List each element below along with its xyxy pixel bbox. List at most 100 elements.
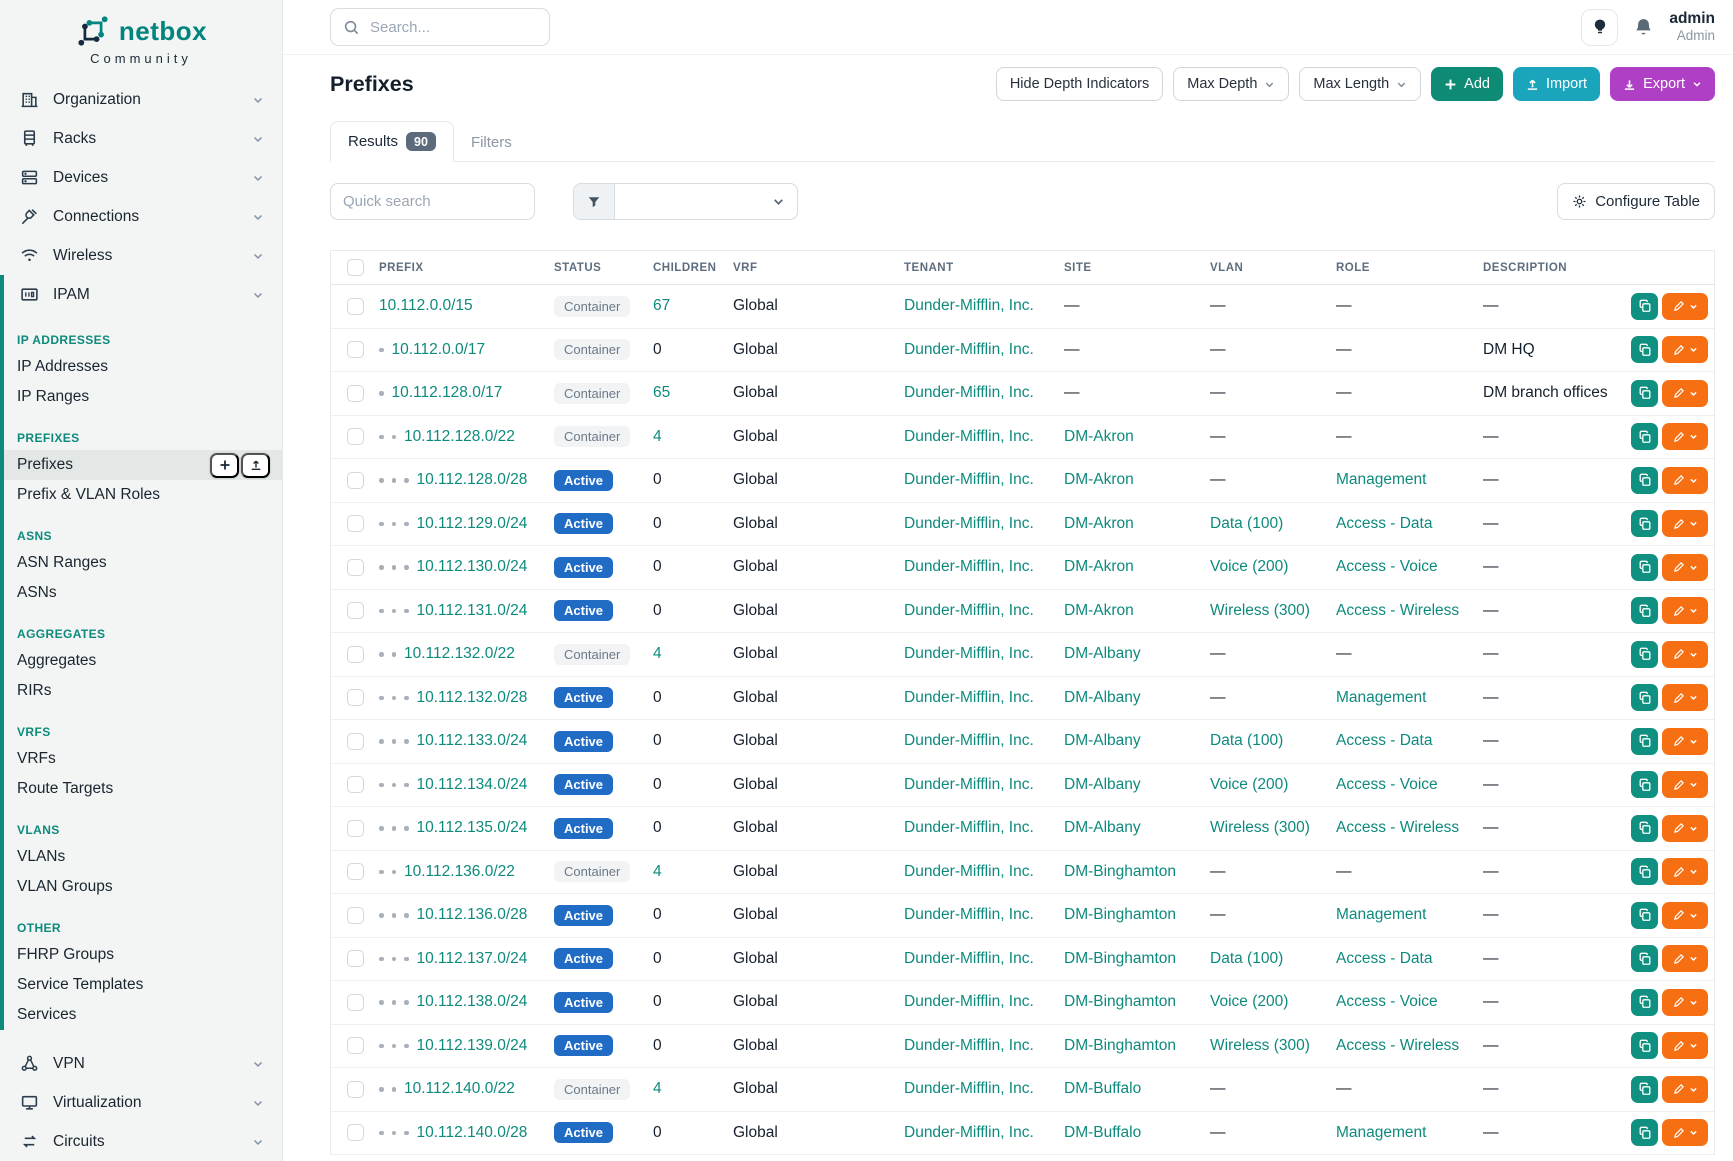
clone-button[interactable]: [1631, 1076, 1658, 1103]
site-link[interactable]: DM-Albany: [1064, 732, 1141, 749]
row-checkbox[interactable]: [347, 298, 364, 315]
clone-button[interactable]: [1631, 771, 1658, 798]
row-checkbox[interactable]: [347, 907, 364, 924]
vlan-link[interactable]: Wireless (300): [1210, 1037, 1310, 1054]
clone-button[interactable]: [1631, 1119, 1658, 1146]
add-prefix-button[interactable]: [210, 453, 239, 478]
role-link[interactable]: Access - Voice: [1336, 993, 1438, 1010]
row-checkbox[interactable]: [347, 602, 364, 619]
vlan-link[interactable]: Data (100): [1210, 515, 1283, 532]
prefix-link[interactable]: 10.112.133.0/24: [417, 732, 528, 750]
sidebar-item-connections[interactable]: Connections: [0, 197, 282, 236]
import-button[interactable]: Import: [1513, 67, 1600, 101]
notifications-bell-icon[interactable]: [1633, 17, 1654, 38]
children-link[interactable]: 4: [653, 863, 662, 880]
prefix-link[interactable]: 10.112.0.0/17: [392, 341, 486, 359]
prefix-link[interactable]: 10.112.134.0/24: [417, 776, 528, 794]
prefix-link[interactable]: 10.112.135.0/24: [417, 819, 528, 837]
prefix-link[interactable]: 10.112.129.0/24: [417, 515, 528, 533]
children-link[interactable]: 4: [653, 428, 662, 445]
theme-toggle-button[interactable]: [1581, 9, 1618, 46]
role-link[interactable]: Management: [1336, 906, 1426, 923]
prefix-link[interactable]: 10.112.132.0/28: [417, 689, 528, 707]
vlan-link[interactable]: Wireless (300): [1210, 819, 1310, 836]
clone-button[interactable]: [1631, 945, 1658, 972]
sidebar-item-asn-ranges[interactable]: ASN Ranges: [4, 548, 282, 578]
clone-button[interactable]: [1631, 336, 1658, 363]
role-link[interactable]: Access - Wireless: [1336, 819, 1459, 836]
sidebar-item-vlans[interactable]: VLANs: [4, 842, 282, 872]
tenant-link[interactable]: Dunder-Mifflin, Inc.: [904, 993, 1034, 1010]
row-checkbox[interactable]: [347, 428, 364, 445]
edit-button[interactable]: [1662, 728, 1708, 755]
sidebar-item-vrfs[interactable]: VRFs: [4, 744, 282, 774]
sidebar-item-fhrp-groups[interactable]: FHRP Groups: [4, 940, 282, 970]
children-link[interactable]: 65: [653, 384, 670, 401]
tenant-link[interactable]: Dunder-Mifflin, Inc.: [904, 384, 1034, 401]
site-link[interactable]: DM-Binghamton: [1064, 1037, 1176, 1054]
role-link[interactable]: Access - Data: [1336, 515, 1432, 532]
site-link[interactable]: DM-Akron: [1064, 471, 1134, 488]
role-link[interactable]: Management: [1336, 689, 1426, 706]
edit-button[interactable]: [1662, 771, 1708, 798]
role-link[interactable]: Access - Data: [1336, 732, 1432, 749]
prefix-link[interactable]: 10.112.138.0/24: [417, 993, 528, 1011]
children-link[interactable]: 4: [653, 1080, 662, 1097]
site-link[interactable]: DM-Akron: [1064, 515, 1134, 532]
clone-button[interactable]: [1631, 510, 1658, 537]
tenant-link[interactable]: Dunder-Mifflin, Inc.: [904, 732, 1034, 749]
row-checkbox[interactable]: [347, 472, 364, 489]
user-menu[interactable]: admin Admin: [1669, 9, 1715, 45]
vlan-link[interactable]: Data (100): [1210, 950, 1283, 967]
site-link[interactable]: DM-Binghamton: [1064, 950, 1176, 967]
tenant-link[interactable]: Dunder-Mifflin, Inc.: [904, 602, 1034, 619]
edit-button[interactable]: [1662, 989, 1708, 1016]
role-link[interactable]: Access - Data: [1336, 950, 1432, 967]
tenant-link[interactable]: Dunder-Mifflin, Inc.: [904, 297, 1034, 314]
sidebar-item-vpn[interactable]: VPN: [0, 1044, 282, 1083]
sidebar-item-ipam[interactable]: IPAM: [4, 275, 282, 314]
tenant-link[interactable]: Dunder-Mifflin, Inc.: [904, 1080, 1034, 1097]
clone-button[interactable]: [1631, 1032, 1658, 1059]
prefix-link[interactable]: 10.112.136.0/28: [417, 906, 528, 924]
edit-button[interactable]: [1662, 423, 1708, 450]
clone-button[interactable]: [1631, 728, 1658, 755]
edit-button[interactable]: [1662, 684, 1708, 711]
clone-button[interactable]: [1631, 641, 1658, 668]
clone-button[interactable]: [1631, 293, 1658, 320]
role-link[interactable]: Access - Wireless: [1336, 602, 1459, 619]
site-link[interactable]: DM-Buffalo: [1064, 1124, 1141, 1141]
tenant-link[interactable]: Dunder-Mifflin, Inc.: [904, 863, 1034, 880]
clone-button[interactable]: [1631, 380, 1658, 407]
hide-depth-indicators-button[interactable]: Hide Depth Indicators: [996, 67, 1163, 101]
configure-table-button[interactable]: Configure Table: [1557, 183, 1715, 220]
filter-select[interactable]: [615, 184, 797, 219]
sidebar-item-ip-addresses[interactable]: IP Addresses: [4, 352, 282, 382]
prefix-link[interactable]: 10.112.139.0/24: [417, 1037, 528, 1055]
edit-button[interactable]: [1662, 293, 1708, 320]
site-link[interactable]: DM-Albany: [1064, 689, 1141, 706]
edit-button[interactable]: [1662, 597, 1708, 624]
tenant-link[interactable]: Dunder-Mifflin, Inc.: [904, 428, 1034, 445]
tenant-link[interactable]: Dunder-Mifflin, Inc.: [904, 776, 1034, 793]
quick-search-input[interactable]: [330, 183, 535, 220]
tenant-link[interactable]: Dunder-Mifflin, Inc.: [904, 645, 1034, 662]
edit-button[interactable]: [1662, 1032, 1708, 1059]
edit-button[interactable]: [1662, 510, 1708, 537]
netbox-logo[interactable]: netbox Community: [0, 0, 282, 66]
prefix-link[interactable]: 10.112.131.0/24: [417, 602, 528, 620]
edit-button[interactable]: [1662, 1119, 1708, 1146]
row-checkbox[interactable]: [347, 646, 364, 663]
row-checkbox[interactable]: [347, 994, 364, 1011]
site-link[interactable]: DM-Albany: [1064, 819, 1141, 836]
tenant-link[interactable]: Dunder-Mifflin, Inc.: [904, 950, 1034, 967]
prefix-link[interactable]: 10.112.140.0/22: [404, 1080, 515, 1098]
tab-results[interactable]: Results 90: [330, 121, 454, 162]
tenant-link[interactable]: Dunder-Mifflin, Inc.: [904, 906, 1034, 923]
vlan-link[interactable]: Data (100): [1210, 732, 1283, 749]
role-link[interactable]: Management: [1336, 471, 1426, 488]
sidebar-item-virtualization[interactable]: Virtualization: [0, 1083, 282, 1122]
import-prefix-button[interactable]: [241, 453, 270, 478]
edit-button[interactable]: [1662, 815, 1708, 842]
sidebar-item-services[interactable]: Services: [4, 1000, 282, 1030]
